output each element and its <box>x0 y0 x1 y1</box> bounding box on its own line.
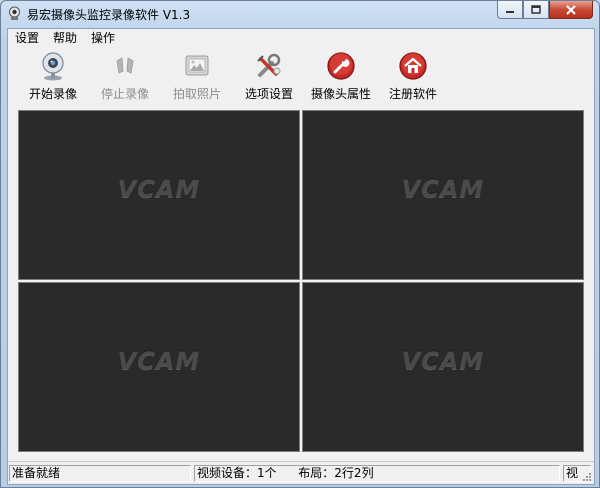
toolbar-label: 摄像头属性 <box>310 87 371 101</box>
options-button[interactable]: 选项设置 <box>236 48 302 102</box>
menu-operate[interactable]: 操作 <box>84 29 122 47</box>
home-icon <box>399 52 427 80</box>
toolbar-label: 注册软件 <box>388 87 437 101</box>
menu-bar: 设置 帮助 操作 <box>8 29 594 47</box>
register-button[interactable]: 注册软件 <box>380 48 446 102</box>
video-pane-1[interactable]: VCAM <box>18 110 300 280</box>
maximize-button[interactable] <box>523 1 549 19</box>
options-tools-icon <box>257 53 281 77</box>
toolbar-label: 拍取照片 <box>172 87 221 101</box>
window-title: 易宏摄像头监控录像软件 V1.3 <box>27 8 191 22</box>
menu-settings[interactable]: 设置 <box>8 29 46 47</box>
camera-properties-button[interactable]: 摄像头属性 <box>308 48 374 102</box>
video-grid: VCAM VCAM VCAM VCAM <box>18 110 584 456</box>
status-layout: 布局：2行2列 <box>298 466 374 480</box>
toolbar-label: 停止录像 <box>100 87 149 101</box>
resize-grip-icon[interactable] <box>582 472 592 482</box>
vcam-watermark: VCAM <box>117 175 201 203</box>
status-devices: 视频设备：1个 <box>197 466 277 480</box>
minimize-icon <box>506 10 514 13</box>
toolbar: 开始录像 停止录像 拍取照片 选项设置 摄像头属性 注册软件 <box>8 48 594 107</box>
toolbar-label: 开始录像 <box>28 87 77 101</box>
status-bar: 准备就绪 视频设备：1个 布局：2行2列 视 <box>8 461 594 484</box>
menu-help[interactable]: 帮助 <box>46 29 84 47</box>
video-pane-2[interactable]: VCAM <box>302 110 584 280</box>
vcam-watermark: VCAM <box>401 347 485 375</box>
status-ready: 准备就绪 <box>9 465 191 482</box>
status-info: 视频设备：1个 布局：2行2列 <box>194 465 560 482</box>
video-pane-3[interactable]: VCAM <box>18 282 300 452</box>
toolbar-label: 选项设置 <box>244 87 293 101</box>
start-record-button[interactable]: 开始录像 <box>20 48 86 102</box>
webcam-icon <box>42 52 64 81</box>
caption-buttons <box>497 1 593 19</box>
vcam-watermark: VCAM <box>117 347 201 375</box>
title-bar[interactable]: 易宏摄像头监控录像软件 V1.3 <box>1 1 599 27</box>
webcam-app-icon <box>9 6 20 20</box>
app-window: 易宏摄像头监控录像软件 V1.3 设置 帮助 操作 开始录像 停止录像 拍取照片… <box>0 0 600 488</box>
minimize-button[interactable] <box>497 1 523 19</box>
photo-icon <box>185 55 209 76</box>
maximize-icon <box>531 5 541 14</box>
video-pane-4[interactable]: VCAM <box>302 282 584 452</box>
take-photo-button[interactable]: 拍取照片 <box>164 48 230 102</box>
wrench-icon <box>327 52 355 80</box>
close-button[interactable] <box>549 1 593 19</box>
client-area: 设置 帮助 操作 开始录像 停止录像 拍取照片 选项设置 摄像头属性 注册软件 … <box>7 28 595 485</box>
close-icon <box>566 4 576 15</box>
stop-record-icon <box>116 57 134 74</box>
stop-record-button[interactable]: 停止录像 <box>92 48 158 102</box>
vcam-watermark: VCAM <box>401 175 485 203</box>
